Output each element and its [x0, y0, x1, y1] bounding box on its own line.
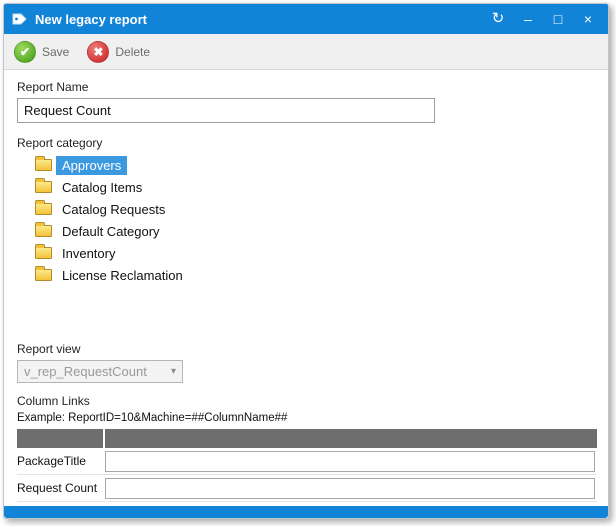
tree-item-label: License Reclamation	[56, 266, 189, 285]
report-icon	[12, 11, 28, 27]
tree-item-label: Catalog Requests	[56, 200, 171, 219]
tree-item-default-category[interactable]: Default Category	[17, 220, 166, 242]
save-button[interactable]: ✔ Save	[14, 41, 69, 63]
tree-item-label: Inventory	[56, 244, 121, 263]
tree-item-catalog-items[interactable]: Catalog Items	[17, 176, 148, 198]
save-button-label: Save	[42, 45, 69, 59]
chevron-down-icon: ▾	[171, 366, 176, 377]
minimize-icon[interactable]: –	[520, 12, 536, 26]
maximize-icon[interactable]: □	[550, 12, 566, 26]
report-name-label: Report Name	[17, 80, 595, 94]
form-content: Report Name Report category Approvers Ca…	[4, 70, 608, 502]
close-icon[interactable]: ×	[580, 12, 596, 26]
column-links-example: Example: ReportID=10&Machine=##ColumnNam…	[17, 412, 595, 424]
tree-item-license-reclamation[interactable]: License Reclamation	[17, 264, 189, 286]
delete-button[interactable]: ✖ Delete	[87, 41, 150, 63]
tree-item-inventory[interactable]: Inventory	[17, 242, 121, 264]
request-count-input[interactable]	[105, 478, 595, 499]
window-footer	[4, 506, 608, 518]
category-tree: Approvers Catalog Items Catalog Requests…	[17, 154, 595, 286]
table-row: PackageTitle	[17, 448, 597, 475]
folder-icon	[35, 225, 52, 237]
folder-icon	[35, 181, 52, 193]
refresh-icon[interactable]: ↻	[490, 12, 506, 26]
report-name-input[interactable]	[17, 98, 435, 123]
toolbar: ✔ Save ✖ Delete	[4, 34, 608, 70]
window-title: New legacy report	[35, 12, 490, 27]
grid-header-cell	[17, 429, 103, 448]
column-links-label: Column Links	[17, 394, 595, 408]
report-category-label: Report category	[17, 136, 595, 150]
tree-item-label: Catalog Items	[56, 178, 148, 197]
grid-header-cell	[105, 429, 597, 448]
row-label-packagetitle: PackageTitle	[17, 454, 105, 468]
folder-icon	[35, 247, 52, 259]
grid-header	[17, 429, 597, 448]
window-controls: ↻ – □ ×	[490, 12, 600, 26]
report-view-value: v_rep_RequestCount	[24, 364, 171, 379]
row-label-request-count: Request Count	[17, 481, 105, 495]
window: New legacy report ↻ – □ × ✔ Save ✖ Delet…	[3, 3, 609, 519]
titlebar: New legacy report ↻ – □ ×	[4, 4, 608, 34]
delete-x-icon: ✖	[87, 41, 109, 63]
save-check-icon: ✔	[14, 41, 36, 63]
packagetitle-input[interactable]	[105, 451, 595, 472]
tree-item-label: Default Category	[56, 222, 166, 241]
folder-icon	[35, 203, 52, 215]
folder-icon	[35, 269, 52, 281]
folder-icon	[35, 159, 52, 171]
tree-item-label: Approvers	[56, 156, 127, 175]
tree-item-catalog-requests[interactable]: Catalog Requests	[17, 198, 171, 220]
tree-item-approvers[interactable]: Approvers	[17, 154, 127, 176]
report-view-label: Report view	[17, 342, 595, 356]
column-links-grid: PackageTitle Request Count	[17, 429, 597, 502]
table-row: Request Count	[17, 475, 597, 502]
delete-button-label: Delete	[115, 45, 150, 59]
report-view-dropdown[interactable]: v_rep_RequestCount ▾	[17, 360, 183, 383]
